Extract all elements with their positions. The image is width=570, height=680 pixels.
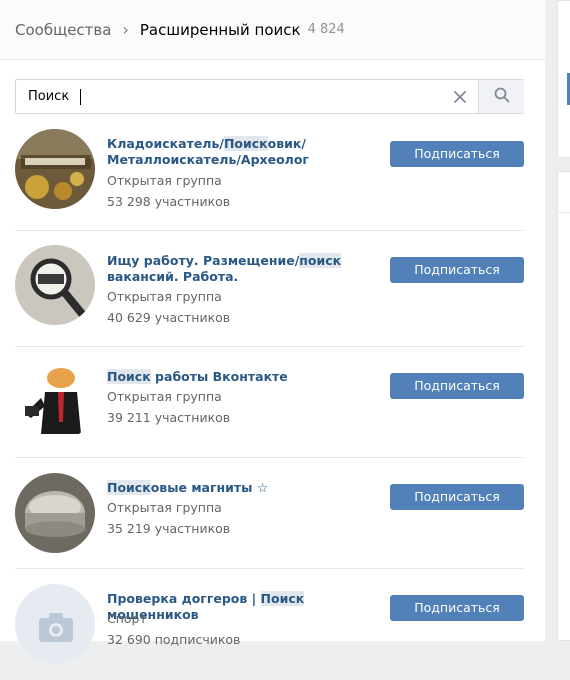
avatar[interactable] <box>15 584 95 664</box>
search-box <box>15 79 524 114</box>
subscribe-button[interactable]: Подписаться <box>390 141 524 167</box>
list-item: Поиск работы Вконтакте Открытая группа 3… <box>15 347 525 458</box>
chevron-right-icon: › <box>122 20 129 39</box>
member-count: 39 211 участников <box>107 410 231 425</box>
subscribe-button[interactable]: Подписаться <box>390 595 524 621</box>
search-panel: Сообщества › Расширенный поиск 4 824 Пои… <box>0 0 545 664</box>
group-name-link[interactable]: Ищу работу. Размещение/поиск вакансий. Р… <box>107 253 379 285</box>
breadcrumb-communities-link[interactable]: Сообщества <box>15 21 111 39</box>
filter-panel-top <box>557 0 570 158</box>
search-input[interactable] <box>16 80 456 113</box>
close-icon[interactable] <box>453 89 467 103</box>
group-type: Открытая группа <box>107 500 222 515</box>
search-icon <box>494 87 510 107</box>
group-type: Спорт <box>107 611 147 626</box>
member-count: 53 298 участников <box>107 194 231 209</box>
group-name-link[interactable]: Поиск работы Вконтакте <box>107 369 379 385</box>
group-type: Открытая группа <box>107 289 222 304</box>
group-type: Открытая группа <box>107 173 222 188</box>
avatar[interactable] <box>15 473 95 553</box>
group-type: Открытая группа <box>107 389 222 404</box>
subscribe-button[interactable]: Подписаться <box>390 257 524 283</box>
subscribe-button[interactable]: Подписаться <box>390 373 524 399</box>
group-name-link[interactable]: Проверка доггеров | Поиск мошенников <box>107 591 379 623</box>
member-count: 32 690 подписчиков <box>107 632 241 647</box>
breadcrumb: Сообщества › Расширенный поиск 4 824 <box>0 0 545 60</box>
results-count: 4 824 <box>307 22 345 37</box>
list-item: Кладоискатель/Поисковик/ Металлоискатель… <box>15 115 525 231</box>
search-button[interactable] <box>478 80 524 113</box>
list-item: Проверка доггеров | Поиск мошенников Спо… <box>15 569 525 680</box>
list-item: Поисковые магниты ☆ Открытая группа 35 2… <box>15 458 525 569</box>
avatar[interactable] <box>15 362 95 442</box>
member-count: 40 629 участников <box>107 310 231 325</box>
text-caret <box>80 89 81 105</box>
member-count: 35 219 участников <box>107 521 231 536</box>
group-name-link[interactable]: Поисковые магниты ☆ <box>107 480 379 496</box>
camera-icon <box>39 613 73 642</box>
group-name-link[interactable]: Кладоискатель/Поисковик/ Металлоискатель… <box>107 136 379 168</box>
avatar[interactable] <box>15 129 95 209</box>
divider <box>558 212 570 213</box>
filter-panel-bottom <box>557 171 570 641</box>
subscribe-button[interactable]: Подписаться <box>390 484 524 510</box>
avatar[interactable] <box>15 245 95 325</box>
page-title: Расширенный поиск <box>139 20 301 39</box>
list-item: Ищу работу. Размещение/поиск вакансий. Р… <box>15 231 525 347</box>
